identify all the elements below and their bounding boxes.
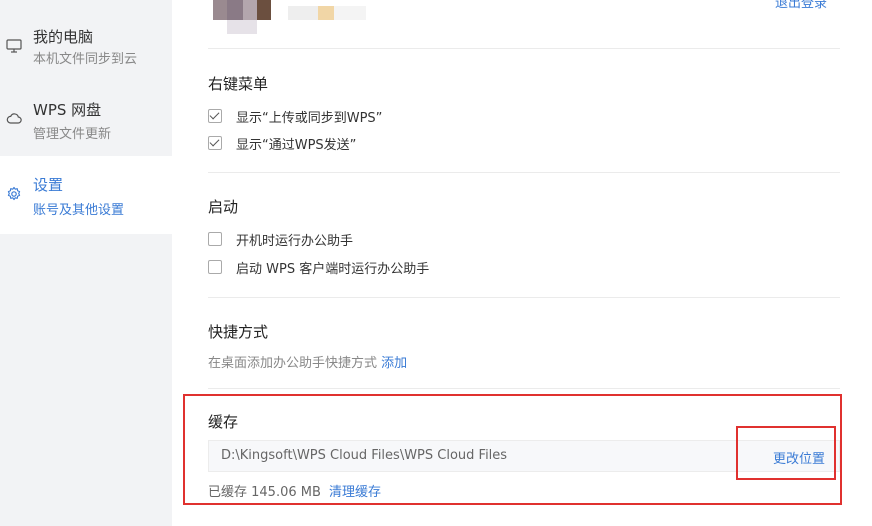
option-label: 显示“上传或同步到WPS” [236,110,383,126]
sidebar-item-title: WPS 网盘 [33,101,102,119]
section-title-startup: 启动 [208,198,239,216]
sidebar-item-settings[interactable]: 设置 账号及其他设置 [0,156,172,234]
change-location-button[interactable]: 更改位置 [773,448,825,467]
divider [208,48,840,49]
logout-link[interactable]: 退出登录 [775,0,827,11]
divider [208,172,840,173]
sidebar: 我的电脑 本机文件同步到云 WPS 网盘 管理文件更新 设置 账号及其他设置 [0,0,172,526]
checkbox[interactable] [208,260,222,274]
section-title-shortcut: 快捷方式 [208,323,269,341]
section-title-cache: 缓存 [208,413,239,431]
divider [208,297,840,298]
option-label: 开机时运行办公助手 [236,233,354,249]
option-label: 显示“通过WPS发送” [236,137,357,153]
cloud-icon [6,113,22,124]
shortcut-hint-text: 在桌面添加办公助手快捷方式 [208,356,378,371]
sidebar-item-subtitle: 账号及其他设置 [33,203,125,218]
option-run-on-boot[interactable]: 开机时运行办公助手 [208,230,354,249]
sidebar-item-subtitle: 管理文件更新 [33,127,112,142]
sidebar-item-title: 我的电脑 [33,28,94,46]
sidebar-item-my-computer[interactable]: 我的电脑 本机文件同步到云 [0,0,172,78]
cache-size-text: 已缓存 145.06 MB [208,485,321,500]
divider [208,388,840,389]
sidebar-item-subtitle: 本机文件同步到云 [33,52,138,67]
sidebar-item-wps-drive[interactable]: WPS 网盘 管理文件更新 [0,78,172,156]
username-pixel [318,6,334,20]
monitor-icon [6,39,22,53]
shortcut-hint: 在桌面添加办公助手快捷方式 添加 [208,352,407,371]
username-pixel [334,6,366,20]
cache-size-row: 已缓存 145.06 MB 清理缓存 [208,481,381,500]
checkbox[interactable] [208,232,222,246]
avatar-pixel [243,0,257,20]
section-title-context-menu: 右键菜单 [208,75,269,93]
avatar-pixel [257,0,271,20]
clear-cache-link[interactable]: 清理缓存 [329,485,381,500]
option-run-with-wps-client[interactable]: 启动 WPS 客户端时运行办公助手 [208,258,430,277]
sidebar-item-title: 设置 [33,176,64,194]
gear-icon [7,186,21,201]
username-pixel [288,6,318,20]
avatar-pixel [213,0,227,20]
checkbox[interactable] [208,109,222,123]
add-shortcut-link[interactable]: 添加 [381,356,407,371]
avatar-pixel [227,20,257,34]
checkbox[interactable] [208,136,222,150]
option-show-upload-sync[interactable]: 显示“上传或同步到WPS” [208,107,383,126]
option-label: 启动 WPS 客户端时运行办公助手 [236,261,430,277]
avatar-pixel [227,0,243,20]
option-show-send-via-wps[interactable]: 显示“通过WPS发送” [208,134,357,153]
